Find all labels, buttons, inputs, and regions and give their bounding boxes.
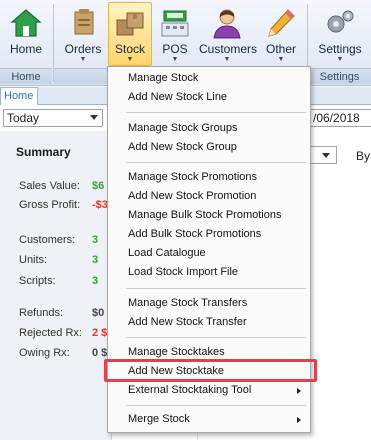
orders-button-label: Orders xyxy=(64,42,102,56)
stock-dropdown-arrow: ▼ xyxy=(126,56,134,63)
menu-item-load-catalogue[interactable]: Load Catalogue xyxy=(108,244,310,263)
menu-item-manage-stock-transfers[interactable]: Manage Stock Transfers xyxy=(108,294,310,313)
summary-title: Summary xyxy=(16,145,71,159)
other-button-label: Other xyxy=(265,42,296,56)
by-label: By xyxy=(356,149,371,163)
menu-separator xyxy=(126,405,306,406)
stock-icon xyxy=(116,12,144,36)
menu-separator xyxy=(126,162,306,163)
period-select-value: Today xyxy=(7,111,40,125)
customers-button-label: Customers xyxy=(199,42,258,56)
menu-item-manage-stock-promotions[interactable]: Manage Stock Promotions xyxy=(108,168,310,187)
customers-button[interactable]: Customers ▼ xyxy=(198,2,258,66)
other-icon xyxy=(268,9,295,37)
menu-item-merge-stock[interactable]: Merge Stock xyxy=(108,410,310,429)
submenu-arrow-icon xyxy=(297,417,301,423)
summary-value-owing-rx: 0 $ xyxy=(92,347,108,359)
period-select[interactable]: Today xyxy=(3,109,103,127)
orders-button[interactable]: Orders ▼ xyxy=(58,2,108,66)
summary-label-owing-rx: Owing Rx: xyxy=(19,347,70,359)
home-button[interactable]: Home xyxy=(2,2,50,66)
summary-value-units: 3 xyxy=(92,254,99,266)
menu-item-external-stocktaking-tool-label: External Stocktaking Tool xyxy=(128,384,252,396)
menu-item-add-bulk-stock-promotions[interactable]: Add Bulk Stock Promotions xyxy=(108,225,310,244)
menu-item-load-stock-import-file[interactable]: Load Stock Import File xyxy=(108,263,310,282)
home-icon xyxy=(10,9,42,37)
menu-item-external-stocktaking-tool[interactable]: External Stocktaking Tool xyxy=(108,381,310,400)
summary-label-rejected-rx: Rejected Rx: xyxy=(19,327,82,339)
stock-button[interactable]: Stock ▼ xyxy=(108,2,152,66)
summary-label-refunds: Refunds: xyxy=(19,307,64,319)
settings-dropdown-arrow: ▼ xyxy=(336,56,344,63)
summary-value-gross-profit: -$3 xyxy=(92,199,108,211)
summary-value-customers: 3 xyxy=(92,234,99,246)
customers-icon xyxy=(213,9,241,39)
menu-item-add-new-stock-group[interactable]: Add New Stock Group xyxy=(108,138,310,157)
summary-label-customers: Customers: xyxy=(19,234,76,246)
settings-icon xyxy=(327,10,354,33)
pos-icon xyxy=(161,10,189,37)
menu-separator xyxy=(126,288,306,289)
menu-item-add-new-stock-transfer[interactable]: Add New Stock Transfer xyxy=(108,313,310,332)
menu-item-manage-stock[interactable]: Manage Stock xyxy=(108,69,310,88)
settings-button[interactable]: Settings ▼ xyxy=(312,2,368,66)
orders-icon xyxy=(74,9,94,35)
menu-item-add-new-stock-promotion[interactable]: Add New Stock Promotion xyxy=(108,187,310,206)
menu-item-merge-stock-label: Merge Stock xyxy=(128,413,190,425)
menu-separator xyxy=(126,337,306,338)
tab-home[interactable]: Home xyxy=(0,87,38,105)
pos-dropdown-arrow: ▼ xyxy=(171,56,179,63)
menu-separator xyxy=(126,112,306,113)
menu-item-add-new-stock-line[interactable]: Add New Stock Line xyxy=(108,88,310,107)
customers-dropdown-arrow: ▼ xyxy=(223,56,231,63)
summary-label-sales-value: Sales Value: xyxy=(19,180,80,192)
summary-label-units: Units: xyxy=(19,254,48,266)
summary-value-scripts: 3 xyxy=(92,275,99,287)
pos-button[interactable]: POS ▼ xyxy=(153,2,197,66)
settings-button-label: Settings xyxy=(318,42,362,56)
menu-item-manage-bulk-stock-promotions[interactable]: Manage Bulk Stock Promotions xyxy=(108,206,310,225)
summary-value-refunds: $0 xyxy=(92,307,105,319)
summary-label-scripts: Scripts: xyxy=(19,275,56,287)
pos-button-label: POS xyxy=(162,42,188,56)
summary-label-gross-profit: Gross Profit: xyxy=(19,199,81,211)
submenu-arrow-icon xyxy=(297,388,301,394)
home-button-label: Home xyxy=(9,42,42,56)
highlight-box xyxy=(104,359,317,382)
orders-dropdown-arrow: ▼ xyxy=(79,56,87,63)
ribbon-group-home-label: Home xyxy=(0,68,52,84)
chevron-down-icon xyxy=(90,115,98,120)
chevron-down-icon xyxy=(322,153,330,158)
ribbon-group-settings-label: Settings xyxy=(308,68,371,84)
summary-value-sales-value: $6 xyxy=(92,180,105,192)
other-dropdown-arrow: ▼ xyxy=(277,56,285,63)
summary-value-rejected-rx: 2 $ xyxy=(92,327,108,339)
stock-button-label: Stock xyxy=(114,42,145,56)
other-button[interactable]: Other ▼ xyxy=(258,2,304,66)
menu-item-manage-stock-groups[interactable]: Manage Stock Groups xyxy=(108,119,310,138)
